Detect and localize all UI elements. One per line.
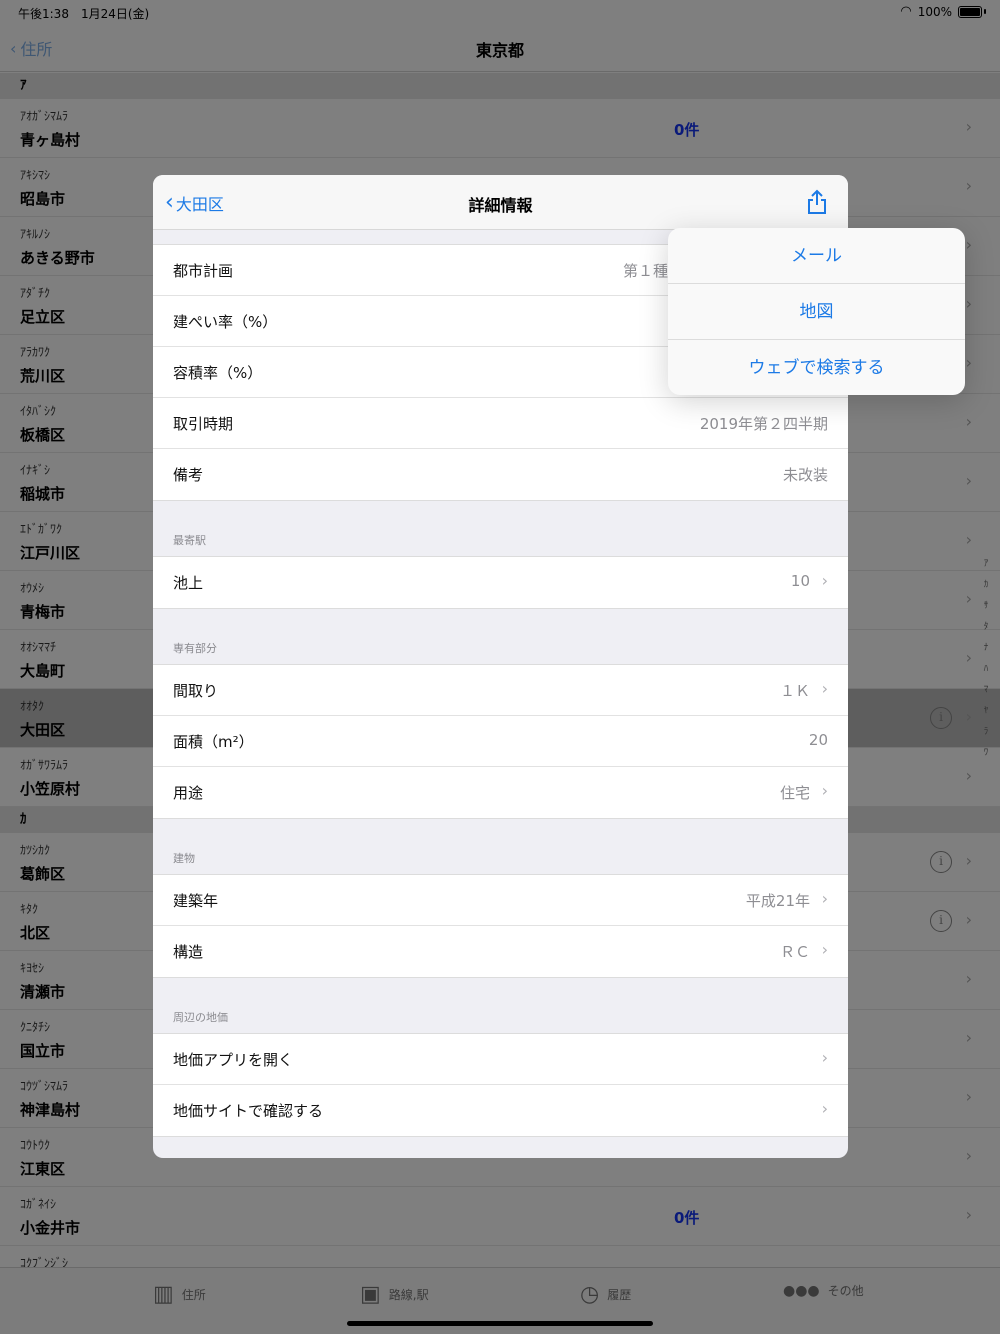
battery-percent: 100% — [917, 4, 952, 19]
chevron-right-icon: › — [965, 910, 972, 929]
detail-row-transaction-period: 取引時期 2019年第２四半期 — [153, 398, 848, 449]
chevron-right-icon: › — [965, 235, 972, 254]
home-indicator[interactable] — [347, 1321, 653, 1326]
chevron-right-icon: › — [965, 117, 972, 136]
chevron-right-icon: › — [965, 648, 972, 667]
info-icon[interactable]: i — [930, 910, 952, 932]
section-index[interactable]: ｱ ｶ ｻ ﾀ ﾅ ﾊ ﾏ ﾔ ﾗ ﾜ — [980, 556, 992, 758]
chevron-right-icon: › — [965, 1146, 972, 1165]
navigation-bar: ‹ 住所 東京都 — [0, 24, 1000, 72]
list-item[interactable]: ｱｵｶﾞｼﾏﾑﾗ 青ヶ島村 0件 › — [0, 99, 1000, 158]
check-land-price-site[interactable]: 地価サイトで確認する › — [153, 1085, 848, 1136]
tab-address[interactable]: ▥ 住所 — [153, 1282, 206, 1307]
list-item[interactable]: ｺｶﾞﾈｲｼ 小金井市 0件 › — [0, 1187, 1000, 1246]
list-item[interactable]: ｺｸﾌﾞﾝｼﾞｼ — [0, 1246, 1000, 1267]
group-header: 周辺の地価 — [173, 1011, 228, 1024]
building-icon: ▥ — [153, 1282, 174, 1307]
chevron-right-icon: › — [821, 889, 828, 908]
open-land-price-app[interactable]: 地価アプリを開く › — [153, 1034, 848, 1085]
status-time: 午後1:38 1月24日(金) — [18, 7, 150, 21]
chevron-right-icon: › — [965, 353, 972, 372]
share-popover: メール 地図 ウェブで検索する — [668, 228, 965, 395]
chevron-right-icon: › — [821, 781, 828, 800]
popover-item-map[interactable]: 地図 — [668, 284, 965, 340]
chevron-right-icon: › — [965, 766, 972, 785]
chevron-right-icon: › — [965, 851, 972, 870]
station-group: 池上 10 › — [153, 556, 848, 609]
info-icon[interactable]: i — [930, 707, 952, 729]
detail-row-remarks: 備考 未改装 — [173, 466, 828, 484]
modal-navigation-bar: ‹ 大田区 詳細情報 — [153, 175, 848, 230]
detail-row-area: 面積（m²） 20 — [153, 716, 848, 767]
popover-item-web-search[interactable]: ウェブで検索する — [668, 340, 965, 395]
chevron-right-icon: › — [821, 1099, 828, 1118]
detail-row-usage[interactable]: 用途 住宅 › — [153, 767, 848, 818]
modal-title: 詳細情報 — [468, 196, 533, 215]
chevron-right-icon: › — [965, 412, 972, 431]
detail-row-build-year[interactable]: 建築年 平成21年 › — [153, 875, 848, 926]
chevron-right-icon: › — [965, 589, 972, 608]
chevron-right-icon: › — [821, 679, 828, 698]
clock-icon: ◷ — [580, 1282, 600, 1307]
detail-row-layout[interactable]: 間取り １Ｋ › — [153, 665, 848, 716]
count-label: 0件 — [674, 1209, 700, 1227]
page-title: 東京都 — [475, 41, 524, 60]
popover-item-mail[interactable]: メール — [668, 228, 965, 284]
share-icon[interactable] — [806, 189, 828, 215]
chevron-right-icon: › — [965, 1028, 972, 1047]
chevron-right-icon: › — [965, 1205, 972, 1224]
group-header: 建物 — [173, 852, 195, 865]
section-header: ｱ — [0, 73, 1000, 99]
count-label: 0件 — [674, 121, 700, 139]
chevron-right-icon: › — [965, 471, 972, 490]
info-icon[interactable]: i — [930, 851, 952, 873]
group-header: 最寄駅 — [173, 534, 206, 547]
status-bar: 午後1:38 1月24日(金) ◠ 100% — [0, 0, 1000, 24]
private-area-group: 間取り １Ｋ › 面積（m²） 20 用途 住宅 › — [153, 664, 848, 819]
battery-icon — [958, 5, 982, 18]
detail-row-structure[interactable]: 構造 ＲＣ › — [153, 926, 848, 977]
land-price-group: 地価アプリを開く › 地価サイトで確認する › — [153, 1033, 848, 1137]
building-group: 建築年 平成21年 › 構造 ＲＣ › — [153, 874, 848, 978]
chevron-right-icon: › — [965, 294, 972, 313]
chevron-right-icon: › — [965, 707, 972, 726]
chevron-right-icon: › — [965, 176, 972, 195]
tab-bar: ▥ 住所 ▣ 路線,駅 ◷ 履歴 ●●● その他 — [0, 1267, 1000, 1334]
wifi-icon: ◠ — [900, 4, 912, 19]
chevron-right-icon: › — [965, 530, 972, 549]
tab-line-station[interactable]: ▣ 路線,駅 — [360, 1282, 429, 1307]
group-header: 専有部分 — [173, 642, 217, 655]
chevron-right-icon: › — [821, 1048, 828, 1067]
chevron-right-icon: › — [821, 571, 828, 590]
tab-more[interactable]: ●●● その他 — [783, 1282, 864, 1299]
more-icon: ●●● — [783, 1282, 820, 1299]
chevron-right-icon: › — [965, 1087, 972, 1106]
train-icon: ▣ — [360, 1282, 381, 1307]
tab-history[interactable]: ◷ 履歴 — [580, 1282, 631, 1307]
chevron-right-icon: › — [821, 940, 828, 959]
detail-row-station[interactable]: 池上 10 › — [153, 557, 848, 608]
chevron-right-icon: › — [965, 969, 972, 988]
